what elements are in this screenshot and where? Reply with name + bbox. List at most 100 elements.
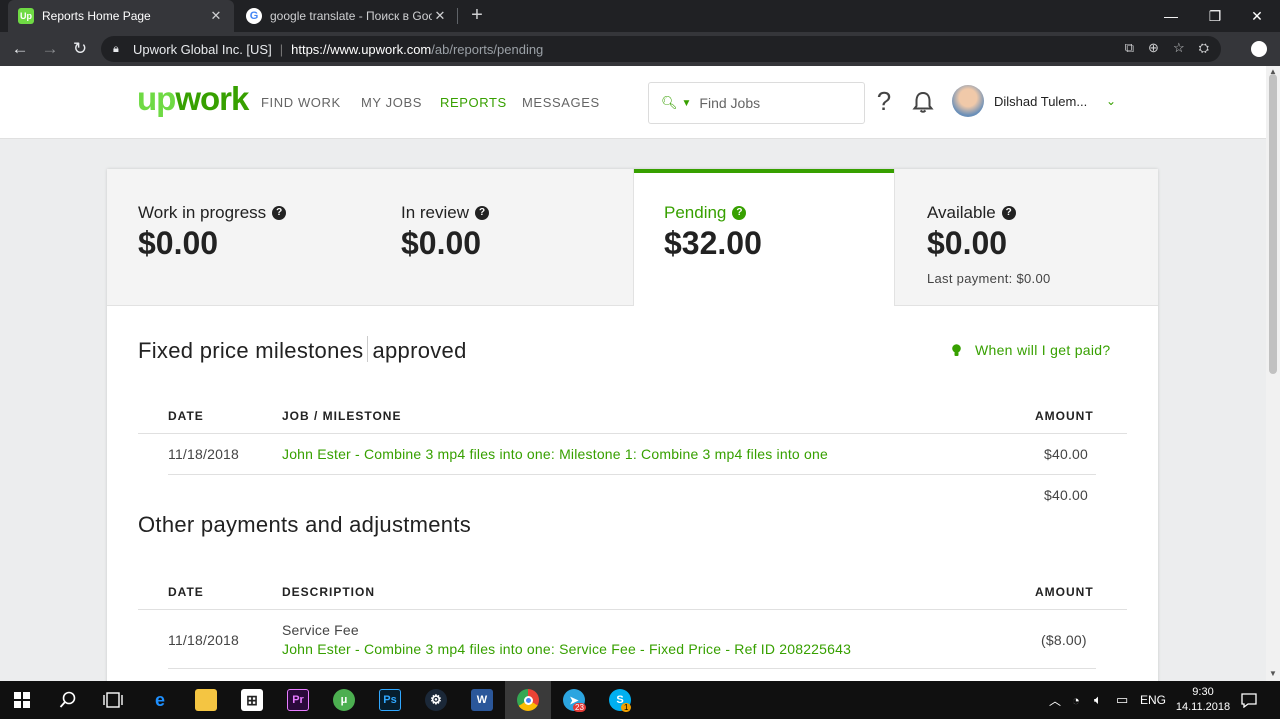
file-explorer-icon[interactable]: [195, 689, 217, 711]
search-input[interactable]: [699, 95, 850, 111]
close-icon[interactable]: ✕: [208, 8, 224, 24]
store-icon[interactable]: ⊞: [241, 689, 263, 711]
upwork-logo[interactable]: upwork: [137, 80, 249, 118]
clock-date: 14.11.2018: [1175, 701, 1231, 713]
stat-work-in-progress-value: $0.00: [138, 225, 219, 261]
new-tab-button[interactable]: +: [466, 4, 488, 26]
lightbulb-icon: [952, 343, 961, 356]
volume-icon[interactable]: 🔈︎: [1094, 681, 1102, 719]
section-title-milestones: Fixed price milestones approved: [138, 336, 467, 363]
nav-find-work[interactable]: FIND WORK: [261, 95, 341, 110]
back-arrow-icon[interactable]: ←: [8, 37, 32, 61]
nav-my-jobs[interactable]: MY JOBS: [361, 95, 422, 110]
maximize-button[interactable]: ❐: [1192, 0, 1238, 32]
bell-icon[interactable]: [912, 90, 934, 114]
profile-icon[interactable]: [1251, 41, 1267, 57]
column-header-job: JOB / MILESTONE: [282, 409, 402, 423]
help-icon[interactable]: ?: [732, 206, 747, 220]
nav-reports[interactable]: REPORTS: [440, 95, 507, 110]
milestone-link[interactable]: John Ester - Combine 3 mp4 files into on…: [282, 446, 828, 462]
help-icon[interactable]: ?: [475, 206, 490, 220]
title-divider: [367, 336, 369, 362]
column-header-description: DESCRIPTION: [282, 585, 376, 599]
tab-google-translate[interactable]: G google translate - Поиск в Goog ✕: [236, 0, 458, 32]
site-identity: Upwork Global Inc. [US]: [133, 41, 272, 57]
help-icon[interactable]: ?: [874, 86, 894, 117]
tab-title: Reports Home Page: [42, 9, 151, 23]
battery-icon[interactable]: ▭: [1116, 681, 1128, 719]
reports-card: Work in progress? $0.00 In review? $0.00…: [107, 169, 1158, 689]
scroll-thumb[interactable]: [1269, 74, 1277, 374]
table-divider: [138, 609, 1127, 610]
minimize-button[interactable]: —: [1148, 0, 1194, 32]
column-header-date: DATE: [168, 585, 204, 599]
steam-icon[interactable]: ⚙: [425, 689, 447, 711]
search-icon[interactable]: 🔍︎: [661, 95, 678, 111]
column-header-date: DATE: [168, 409, 204, 423]
chevron-down-icon[interactable]: ▼: [682, 98, 692, 109]
table-divider: [138, 433, 1127, 434]
scroll-down-icon[interactable]: ▼: [1269, 669, 1277, 678]
nav-messages[interactable]: MESSAGES: [522, 95, 600, 110]
telegram-badge: 23: [573, 703, 586, 712]
search-box: 🔍︎ ▼: [648, 82, 865, 124]
photoshop-icon[interactable]: Ps: [379, 689, 401, 711]
when-paid-link[interactable]: When will I get paid?: [952, 342, 1110, 358]
tab-title: google translate - Поиск в Goog: [270, 9, 432, 23]
upwork-header: upwork FIND WORK MY JOBS REPORTS MESSAGE…: [0, 66, 1266, 139]
row-date: 11/18/2018: [168, 446, 240, 462]
windows-start-icon[interactable]: [14, 692, 30, 708]
translate-icon[interactable]: ⧉: [1125, 40, 1134, 56]
row-amount: $40.00: [1044, 446, 1089, 462]
clock-time: 9:30: [1192, 686, 1214, 698]
extension-icon[interactable]: ⛭: [1199, 40, 1209, 56]
edge-icon[interactable]: e: [149, 689, 171, 711]
milestones-total: $40.00: [1044, 487, 1089, 503]
help-icon[interactable]: ?: [1001, 206, 1016, 220]
premiere-icon[interactable]: Pr: [287, 689, 309, 711]
stat-available-label: Available?: [927, 203, 1016, 223]
divider: [894, 169, 895, 306]
chevron-down-icon[interactable]: ⌄: [1106, 94, 1116, 108]
forward-arrow-icon[interactable]: →: [38, 37, 62, 61]
skype-badge: 1: [621, 703, 632, 712]
close-window-button[interactable]: ✕: [1234, 0, 1280, 32]
url-divider: |: [279, 41, 284, 57]
task-view-icon[interactable]: [103, 692, 123, 708]
tab-reports-home[interactable]: Up Reports Home Page ✕: [8, 0, 234, 32]
avatar[interactable]: [952, 85, 984, 117]
close-icon[interactable]: ✕: [432, 8, 448, 24]
chrome-icon[interactable]: [517, 689, 539, 711]
browser-tab-bar: Up Reports Home Page ✕ G google translat…: [0, 0, 1280, 32]
stat-in-review-value: $0.00: [401, 225, 482, 261]
url-host: https://www.upwork.com: [291, 41, 432, 57]
stat-work-in-progress-label: Work in progress?: [138, 203, 287, 223]
stat-pending-label: Pending?: [664, 203, 747, 223]
clock[interactable]: 9:30 14.11.2018: [1172, 685, 1234, 715]
user-name[interactable]: Dilshad Tulem...: [994, 94, 1087, 109]
notification-icon[interactable]: [1241, 692, 1257, 708]
reload-icon[interactable]: ↻: [68, 37, 92, 61]
stat-available-value: $0.00: [927, 225, 1008, 261]
search-icon[interactable]: [59, 691, 77, 709]
page-scrollbar[interactable]: ▲ ▼: [1266, 66, 1280, 681]
utorrent-icon[interactable]: μ: [333, 689, 355, 711]
tab-divider: [457, 8, 458, 24]
stat-in-review-label: In review?: [401, 203, 490, 223]
row-type: Service Fee: [282, 622, 359, 638]
google-favicon-icon: G: [246, 8, 262, 24]
row-amount: ($8.00): [1041, 632, 1087, 648]
upwork-favicon-icon: Up: [18, 8, 34, 24]
wifi-icon[interactable]: ◔: [1072, 681, 1080, 719]
star-icon[interactable]: ☆: [1173, 40, 1185, 56]
lock-icon: 🔒︎: [113, 42, 119, 55]
help-icon[interactable]: ?: [272, 206, 287, 220]
row-date: 11/18/2018: [168, 632, 240, 648]
zoom-icon[interactable]: ⊕: [1148, 40, 1159, 56]
address-bar[interactable]: 🔒︎ Upwork Global Inc. [US] | https://www…: [101, 36, 1221, 62]
service-fee-link[interactable]: John Ester - Combine 3 mp4 files into on…: [282, 641, 851, 657]
language-indicator[interactable]: ENG: [1140, 681, 1166, 719]
tray-expand-icon[interactable]: ︿: [1049, 681, 1061, 719]
stat-pending-value: $32.00: [664, 225, 762, 261]
word-icon[interactable]: W: [471, 689, 493, 711]
